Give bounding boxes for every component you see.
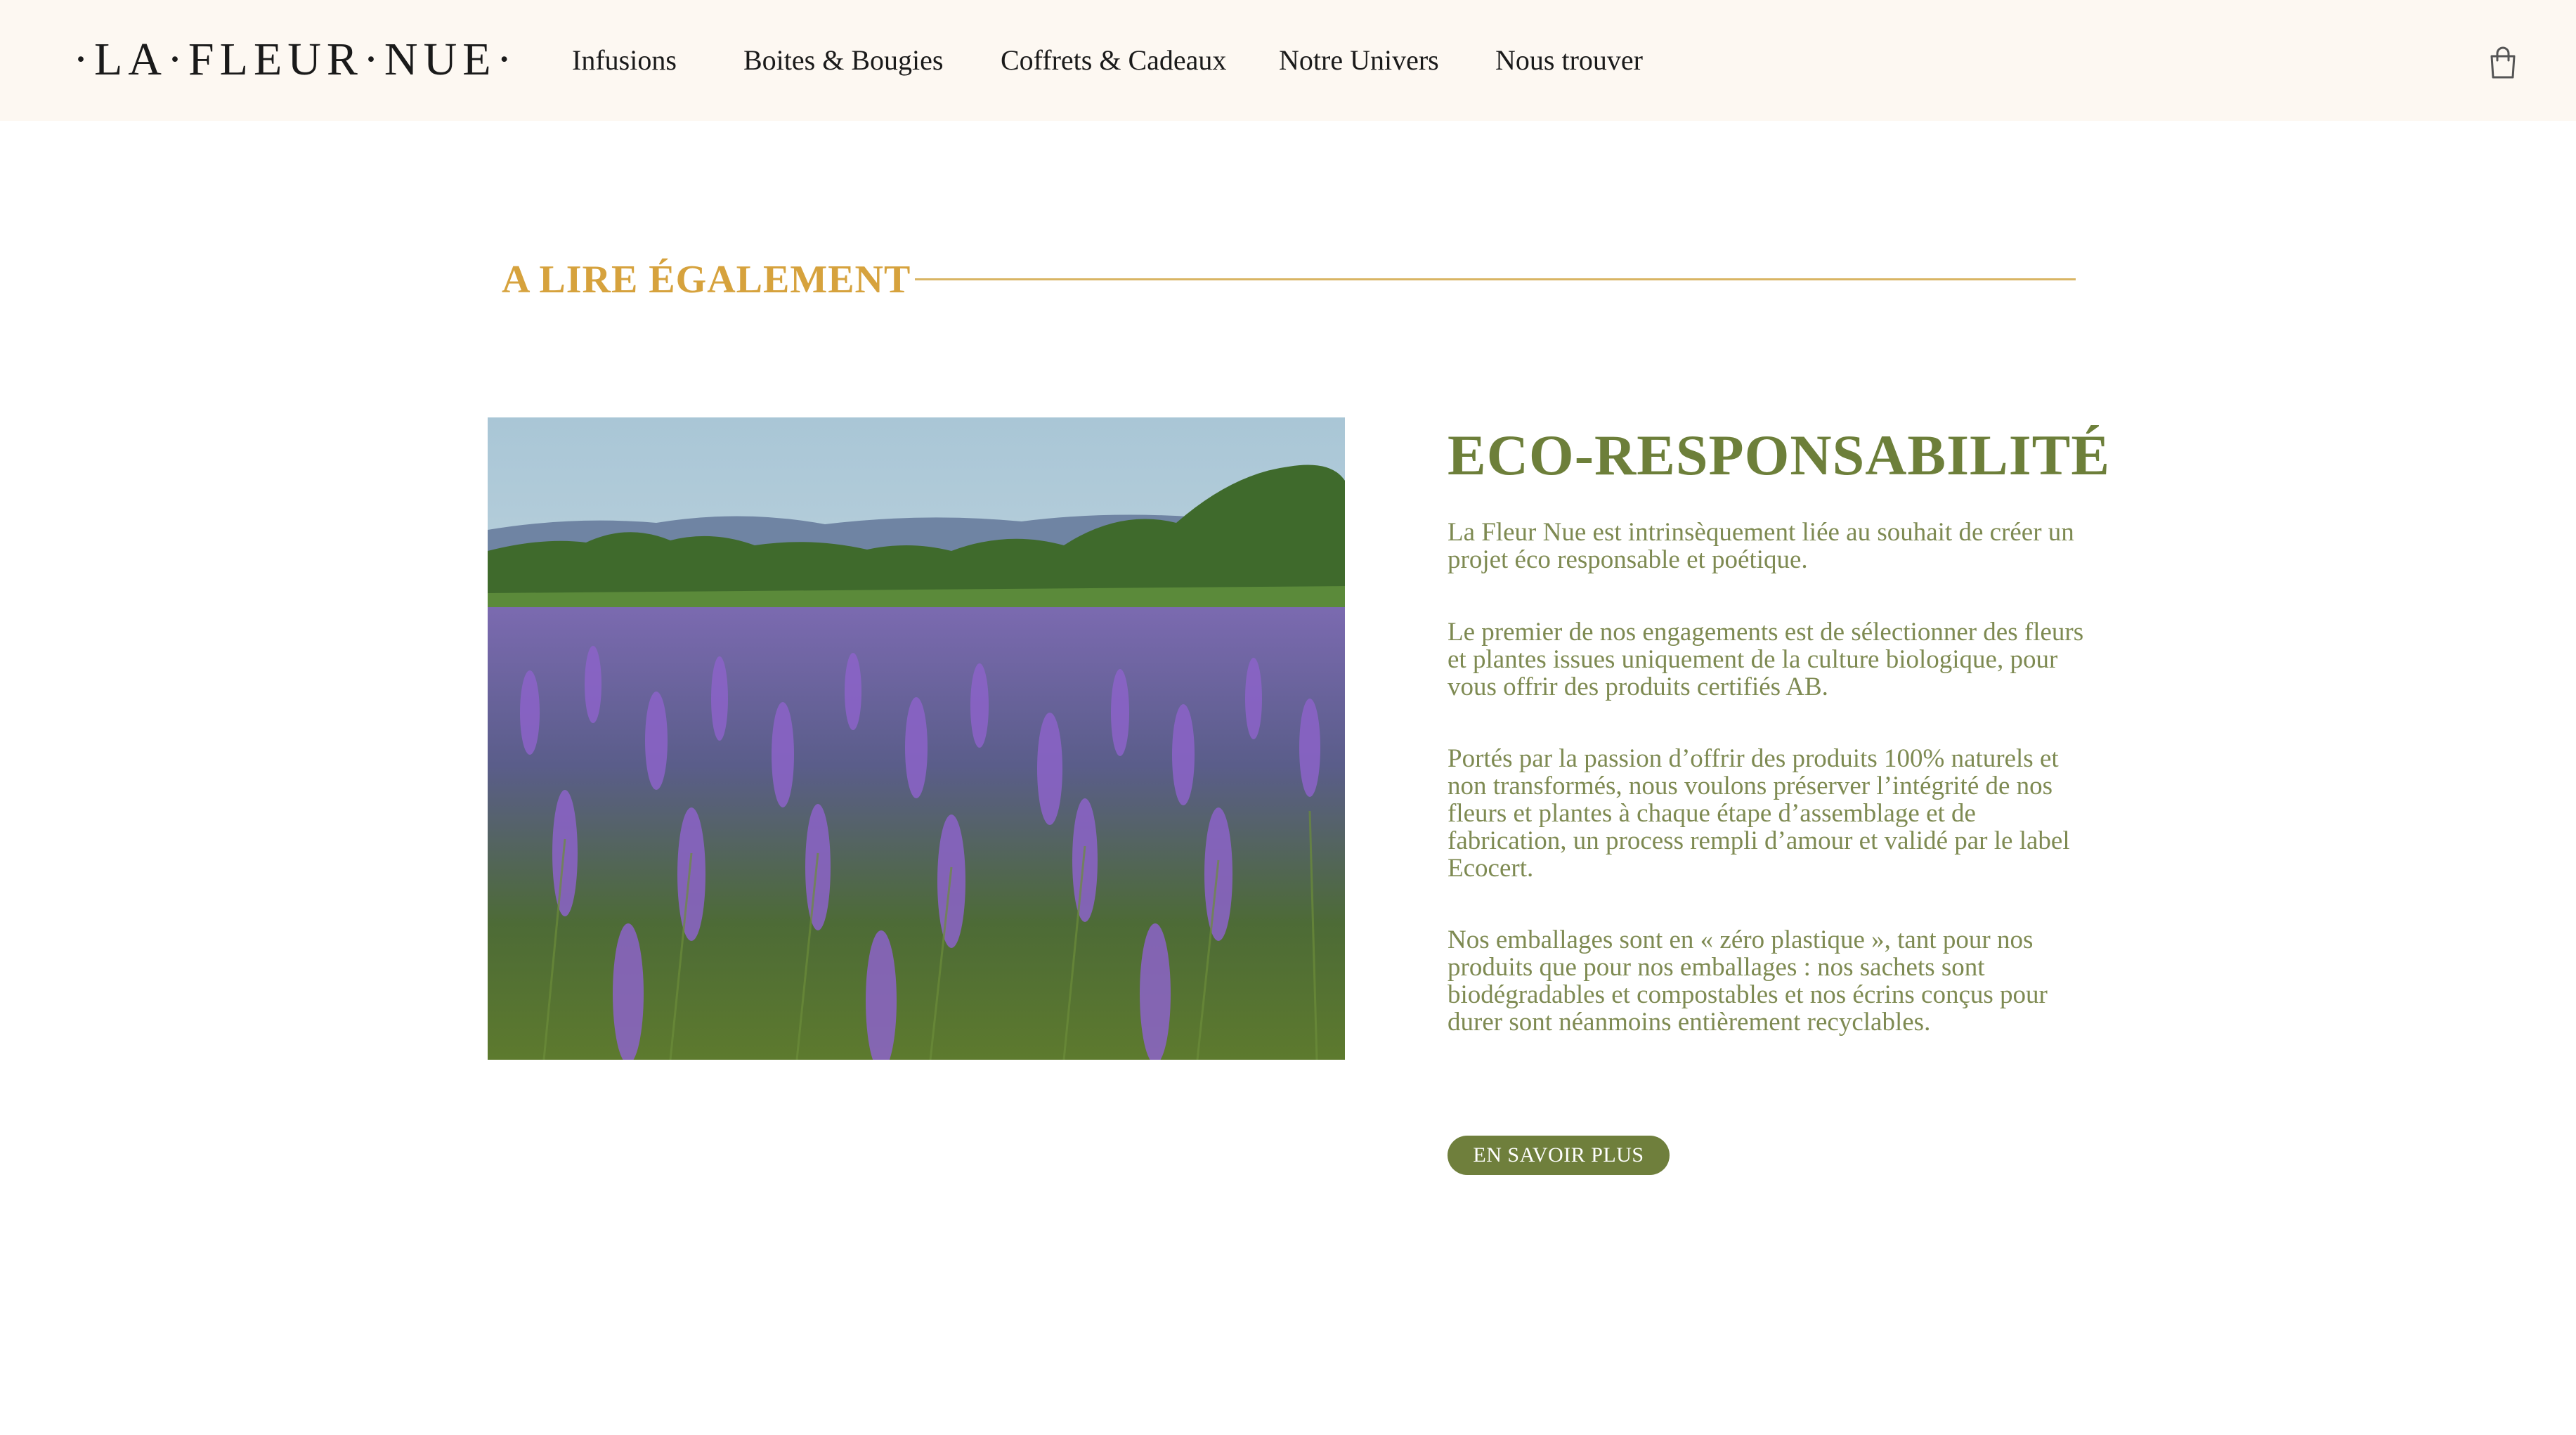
article-title: ECO-RESPONSABILITÉ xyxy=(1448,423,2111,487)
nav-item-boites-bougies[interactable]: Boites & Bougies xyxy=(743,41,943,80)
shopping-bag-icon[interactable] xyxy=(2487,46,2518,80)
section-title: A LIRE ÉGALEMENT xyxy=(502,258,911,301)
nav-item-coffrets-cadeaux[interactable]: Coffrets & Cadeaux xyxy=(1001,41,1226,80)
nav-item-notre-univers[interactable]: Notre Univers xyxy=(1279,41,1439,80)
article-paragraph-2: Le premier de nos engagements est de sél… xyxy=(1448,618,2084,701)
nav-item-nous-trouver[interactable]: Nous trouver xyxy=(1495,41,1643,80)
article-paragraph-3: Portés par la passion d’offrir des produ… xyxy=(1448,744,2070,883)
article-paragraph-4: Nos emballages sont en « zéro plastique … xyxy=(1448,926,2048,1037)
read-more-button[interactable]: EN SAVOIR PLUS xyxy=(1448,1136,1670,1175)
site-logo[interactable]: ·LA·FLEUR·NUE· xyxy=(73,35,518,84)
section-divider xyxy=(915,278,2076,280)
lavender-field-image xyxy=(488,417,1345,1060)
nav-item-infusions[interactable]: Infusions xyxy=(572,41,677,80)
site-header: ·LA·FLEUR·NUE· Infusions Boites & Bougie… xyxy=(0,0,2576,121)
article-paragraph-1: La Fleur Nue est intrinsèquement liée au… xyxy=(1448,518,2074,574)
